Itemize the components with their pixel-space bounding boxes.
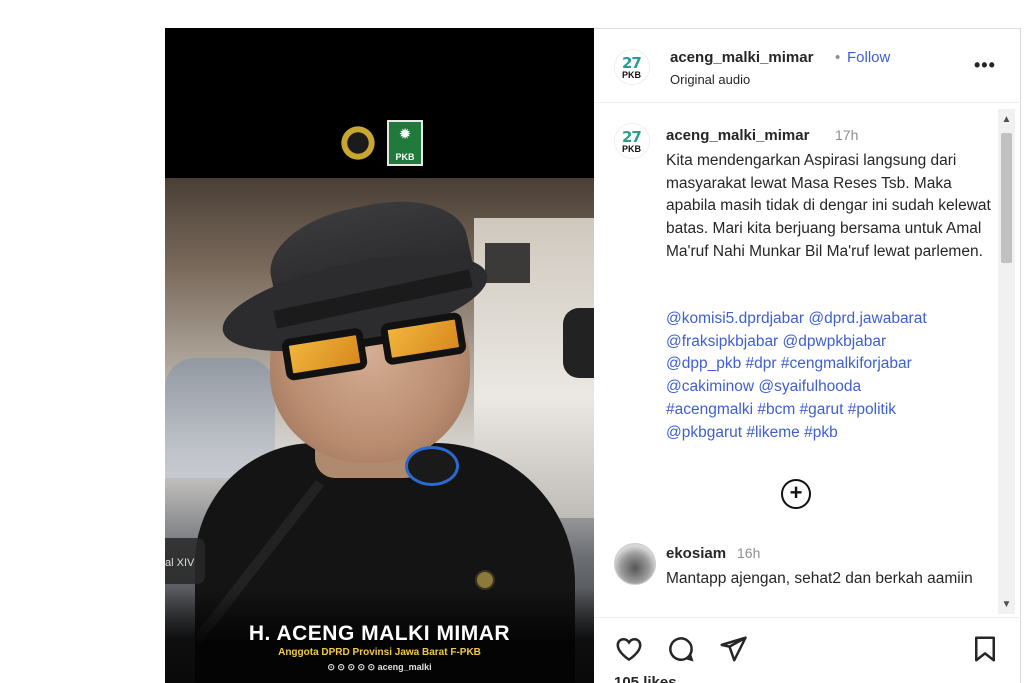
separator-dot: • [835,49,841,66]
action-bar: 105 likes [594,617,1021,683]
side-badge: al XIV [165,538,205,584]
follow-button[interactable]: Follow [847,49,890,66]
microphone-icon [405,446,459,486]
bookmark-icon[interactable] [970,634,1000,664]
pkb-logo-text: PKB [395,152,415,162]
comments-scroll-area[interactable]: 27 PKB aceng_malki_mimar 17h Kita menden… [594,105,1021,615]
share-icon[interactable] [718,634,748,664]
original-audio-link[interactable]: Original audio [670,72,750,87]
tag-line[interactable]: @dpp_pkb #dpr #cengmalkiforjabar [666,353,996,376]
pkb-logo-icon: ✹ PKB [387,120,423,166]
comment-text: Mantapp ajengan, sehat2 dan berkah aamii… [666,570,973,587]
lapel-pin [475,570,495,590]
caption-text: Kita mendengarkan Aspirasi langsung dari… [666,152,991,260]
party-logos: ✹ PKB [337,120,427,168]
caption-avatar[interactable]: 27 PKB [614,123,650,159]
avatar[interactable]: 27 PKB [614,49,650,85]
tag-line[interactable]: #acengmalki #bcm #garut #politik [666,399,996,422]
post-info-panel: 27 PKB aceng_malki_mimar • Follow Origin… [594,28,1021,683]
tag-line[interactable]: @komisi5.dprdjabar @dprd.jawabarat [666,308,996,331]
likes-count[interactable]: 105 likes [614,674,677,683]
tag-line[interactable]: @pkbgarut #likeme #pkb [666,422,996,445]
post-header: 27 PKB aceng_malki_mimar • Follow Origin… [594,29,1021,103]
tag-line[interactable]: @cakiminow @syaifulhooda [666,376,996,399]
load-more-comments-icon[interactable]: + [781,479,811,509]
dprd-emblem-icon [337,122,379,164]
caption-username[interactable]: aceng_malki_mimar [666,127,809,144]
comment-time: 16h [737,545,761,561]
scroll-up-icon[interactable]: ▲ [998,111,1015,129]
header-username[interactable]: aceng_malki_mimar [670,49,813,66]
video-window [485,243,530,283]
scroll-down-icon[interactable]: ▼ [998,596,1015,614]
caption-time[interactable]: 17h [835,127,858,143]
microphone-right [563,308,594,378]
tag-line[interactable]: @fraksipkbjabar @dpwpkbjabar [666,331,996,354]
caption-tags: @komisi5.dprdjabar @dprd.jawabarat @frak… [666,308,996,444]
post-video[interactable]: al XIV ✹ PKB H. ACENG MALKI MIMAR Anggot… [165,28,594,683]
like-icon[interactable] [614,634,644,664]
scrollbar-thumb[interactable] [1001,133,1012,263]
comment-avatar[interactable] [614,543,656,585]
comment-icon[interactable] [666,634,696,664]
video-social-caption: ⊙ ⊙ ⊙ ⊙ ⊙ aceng_malki [327,662,432,672]
more-options-icon[interactable]: ••• [974,55,996,76]
video-name-caption: H. ACENG MALKI MIMAR [248,622,511,645]
comment-username[interactable]: ekosiam [666,545,726,562]
video-role-caption: Anggota DPRD Provinsi Jawa Barat F-PKB [278,647,481,658]
scrollbar[interactable]: ▲ ▼ [998,109,1015,614]
